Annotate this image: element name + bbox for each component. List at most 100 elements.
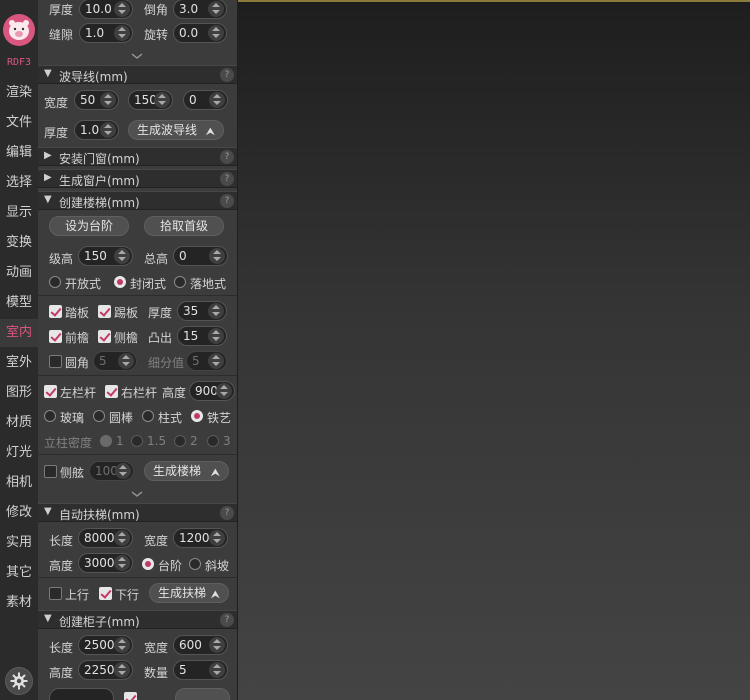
3d-viewport[interactable]	[238, 0, 750, 700]
down-direction-checkbox[interactable]	[99, 587, 112, 600]
radio-density-1-5[interactable]	[131, 435, 143, 447]
window-section-header[interactable]: ▶ 生成窗户(mm) ?	[38, 169, 237, 188]
nav-item-material[interactable]: 材质	[0, 409, 38, 437]
nav-item-display[interactable]: 显示	[0, 199, 38, 227]
closed-stairs-label: 封闭式	[130, 277, 167, 291]
section-title: 自动扶梯(mm)	[59, 508, 140, 522]
radio-step-mode[interactable]	[142, 558, 154, 570]
chevron-right-icon: ▶	[44, 172, 52, 183]
cabinet-section-header[interactable]: ▼ 创建柜子(mm) ?	[38, 610, 237, 629]
stringer-label: 侧舷	[60, 466, 85, 480]
help-icon[interactable]: ?	[220, 194, 234, 208]
step-height-spinner[interactable]: 150	[78, 246, 133, 266]
nav-item-render[interactable]: 渲染	[0, 79, 38, 107]
stair-thickness-spinner[interactable]: 35	[177, 301, 227, 321]
riser-checkbox[interactable]	[98, 305, 111, 318]
right-rail-checkbox[interactable]	[105, 385, 118, 398]
waveguide-section-header[interactable]: ▼ 波导线(mm) ?	[38, 65, 237, 84]
collapse-chevron-icon[interactable]	[130, 490, 144, 498]
pig-logo-icon	[9, 20, 29, 40]
round-corner-checkbox[interactable]	[49, 355, 62, 368]
total-height-spinner[interactable]: 0	[173, 246, 228, 266]
waveguide-width-3[interactable]: 0	[183, 90, 228, 110]
pick-first-step-button[interactable]: 拾取首级	[144, 216, 224, 236]
thickness-label: 厚度	[49, 3, 74, 17]
column-rail-label: 柱式	[158, 411, 183, 425]
waveguide-thickness-spinner[interactable]: 1.0	[74, 120, 119, 140]
nav-item-model[interactable]: 模型	[0, 289, 38, 317]
generate-escalator-button[interactable]: 生成扶梯 ⮝	[149, 583, 229, 603]
create-cabinet-button[interactable]	[175, 688, 230, 700]
radio-round-bar-rail[interactable]	[93, 410, 105, 422]
cabinet-length-spinner[interactable]: 2500	[78, 635, 133, 655]
cabinet-option-checkbox[interactable]	[124, 692, 137, 700]
help-icon[interactable]: ?	[220, 613, 234, 627]
stair-thickness-label: 厚度	[148, 306, 173, 320]
density-3-label: 3	[223, 434, 231, 448]
cabinet-count-spinner[interactable]: 5	[173, 660, 228, 680]
nav-item-exterior[interactable]: 室外	[0, 349, 38, 377]
set-as-step-button[interactable]: 设为台阶	[49, 216, 129, 236]
help-icon[interactable]: ?	[220, 506, 234, 520]
door-window-section-header[interactable]: ▶ 安装门窗(mm) ?	[38, 147, 237, 166]
stringer-checkbox[interactable]	[44, 465, 57, 478]
radio-closed-stairs[interactable]	[114, 276, 126, 288]
waveguide-width-1[interactable]: 50	[74, 90, 119, 110]
nav-item-modify[interactable]: 修改	[0, 499, 38, 527]
nav-item-file[interactable]: 文件	[0, 109, 38, 137]
escalator-width-spinner[interactable]: 1200	[173, 528, 228, 548]
side-eave-checkbox[interactable]	[98, 330, 111, 343]
front-eave-checkbox[interactable]	[49, 330, 62, 343]
generate-waveguide-button[interactable]: 生成波导线 ⮝	[128, 120, 224, 140]
nav-item-camera[interactable]: 相机	[0, 469, 38, 497]
radio-iron-rail[interactable]	[191, 410, 203, 422]
chamfer-spinner[interactable]: 3.0	[173, 0, 227, 19]
bulge-spinner[interactable]: 15	[177, 326, 227, 346]
escalator-height-spinner[interactable]: 3000	[78, 553, 133, 573]
rotate-spinner[interactable]: 0.0	[173, 23, 227, 43]
escalator-section-header[interactable]: ▼ 自动扶梯(mm) ?	[38, 503, 237, 522]
category-sidebar: RDF3 渲染 文件 编辑 选择 显示 变换 动画 模型 室内 室外 图形 材质…	[0, 0, 38, 700]
nav-item-transform[interactable]: 变换	[0, 229, 38, 257]
nav-item-light[interactable]: 灯光	[0, 439, 38, 467]
radio-glass-rail[interactable]	[44, 410, 56, 422]
radio-density-2[interactable]	[174, 435, 186, 447]
help-icon[interactable]: ?	[220, 68, 234, 82]
radio-density-1[interactable]	[100, 435, 112, 447]
nav-item-interior[interactable]: 室内	[0, 319, 38, 347]
stringer-spinner[interactable]: 100	[89, 461, 134, 481]
up-direction-checkbox[interactable]	[49, 587, 62, 600]
cabinet-width-spinner[interactable]: 600	[173, 635, 228, 655]
radio-open-stairs[interactable]	[49, 276, 61, 288]
nav-item-other[interactable]: 其它	[0, 559, 38, 587]
escalator-length-spinner[interactable]: 8000	[78, 528, 133, 548]
radio-slope-mode[interactable]	[189, 558, 201, 570]
nav-item-select[interactable]: 选择	[0, 169, 38, 197]
app-logo[interactable]	[3, 14, 35, 46]
settings-button[interactable]	[5, 667, 33, 695]
collapse-chevron-icon[interactable]	[130, 52, 144, 60]
escalator-width-label: 宽度	[144, 534, 169, 548]
nav-item-animation[interactable]: 动画	[0, 259, 38, 287]
tread-checkbox[interactable]	[49, 305, 62, 318]
nav-item-assets[interactable]: 素材	[0, 589, 38, 617]
subdivision-spinner[interactable]: 5	[186, 351, 227, 371]
gap-spinner[interactable]: 1.0	[79, 23, 133, 43]
left-rail-checkbox[interactable]	[44, 385, 57, 398]
nav-item-utility[interactable]: 实用	[0, 529, 38, 557]
waveguide-width-2[interactable]: 150	[128, 90, 173, 110]
cabinet-height-spinner[interactable]: 2250	[78, 660, 133, 680]
radio-floor-stairs[interactable]	[174, 276, 186, 288]
generate-stairs-button[interactable]: 生成楼梯 ⮝	[144, 461, 229, 481]
help-icon[interactable]: ?	[220, 172, 234, 186]
radio-density-3[interactable]	[207, 435, 219, 447]
radio-column-rail[interactable]	[142, 410, 154, 422]
nav-item-edit[interactable]: 编辑	[0, 139, 38, 167]
nav-item-shapes[interactable]: 图形	[0, 379, 38, 407]
cabinet-type-dropdown[interactable]	[49, 688, 114, 700]
stairs-section-header[interactable]: ▼ 创建楼梯(mm) ?	[38, 191, 237, 210]
help-icon[interactable]: ?	[220, 150, 234, 164]
thickness-spinner[interactable]: 10.0	[79, 0, 133, 19]
rail-height-spinner[interactable]: 900	[189, 381, 235, 401]
round-corner-spinner[interactable]: 5	[93, 351, 137, 371]
